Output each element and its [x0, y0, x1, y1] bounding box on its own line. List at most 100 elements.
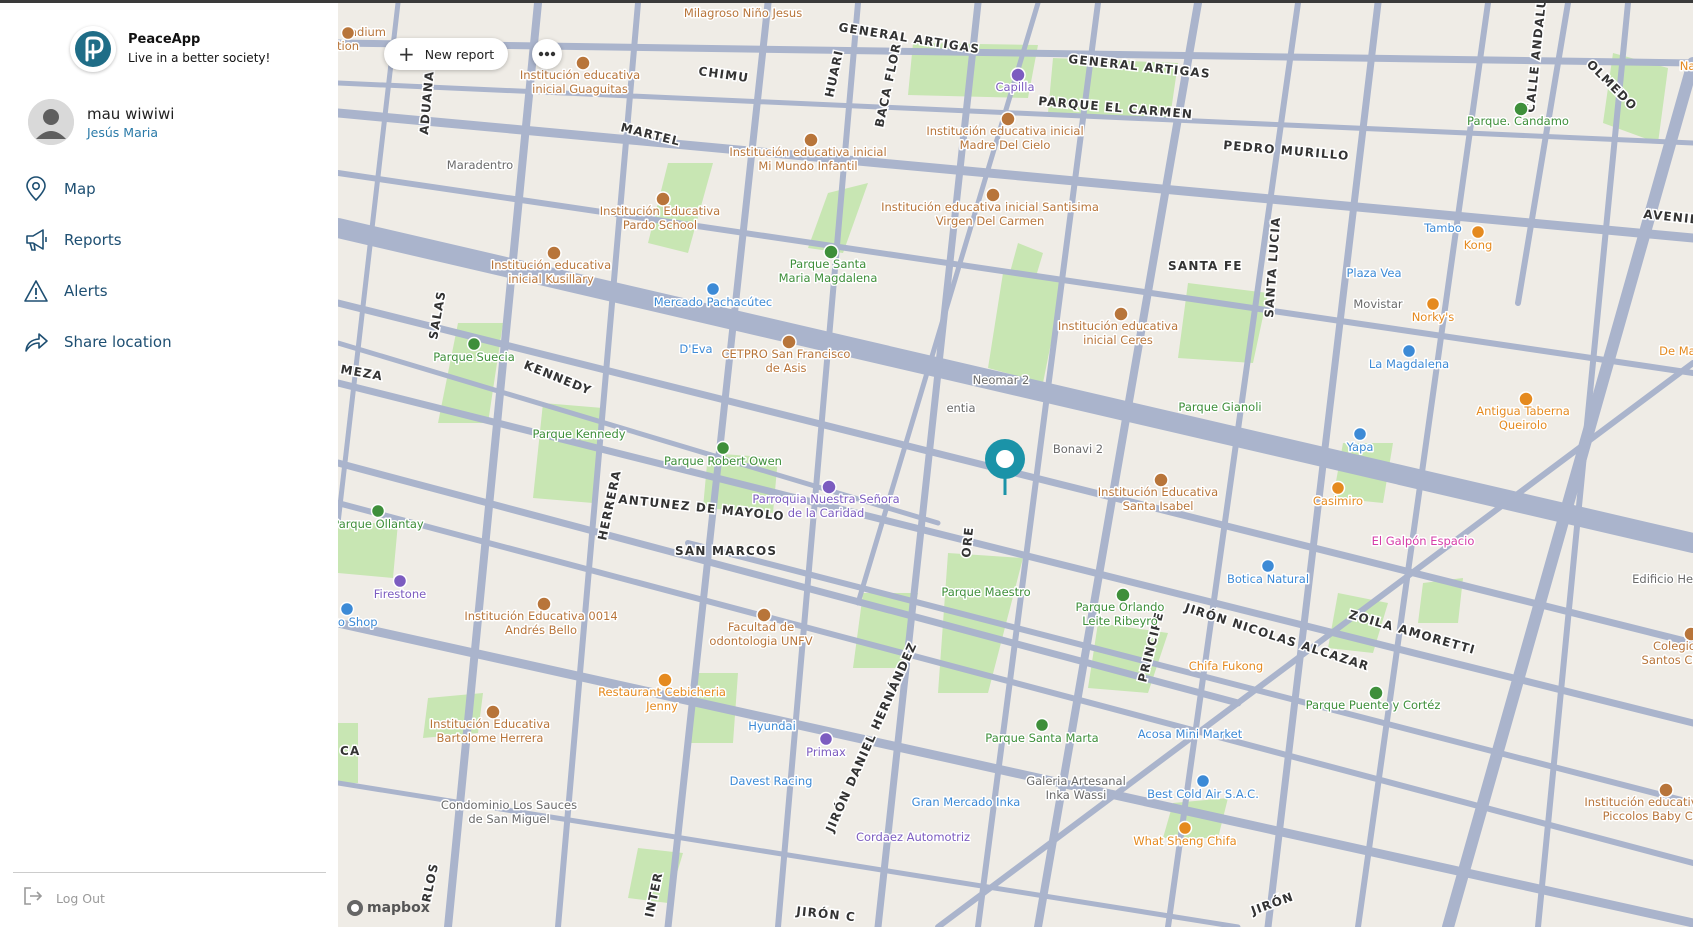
poi-service[interactable]: Cordaez Automotriz [854, 829, 971, 846]
poi-label: Bonavi 2 [1053, 442, 1103, 456]
poi-art[interactable]: El Galpón Espacio [1370, 533, 1476, 550]
poi-label: Nar [1680, 59, 1693, 73]
poi-food[interactable]: Chifa Fukong [1187, 658, 1264, 675]
poi-label: Neomar 2 [973, 373, 1030, 387]
logout-button[interactable]: Log Out [22, 885, 105, 911]
poi-label: Parque. Candamo [1467, 114, 1569, 128]
poi-label: Kong [1464, 238, 1493, 252]
poi-shop[interactable]: Davest Racing [728, 773, 814, 790]
poi-other[interactable]: Bonavi 2 [1051, 441, 1104, 458]
poi-other[interactable]: Movistar [1352, 296, 1405, 313]
poi-label: La Magdalena [1369, 357, 1449, 371]
poi-label: Gran Mercado Inka [912, 795, 1021, 809]
poi-label: El Galpón Espacio [1372, 534, 1475, 548]
app-tagline: Live in a better society! [128, 51, 271, 65]
megaphone-icon [22, 226, 50, 254]
poi-label: Best Cold Air S.A.C. [1147, 787, 1259, 801]
poi-food[interactable]: Nar [1678, 58, 1693, 75]
nav-item-map[interactable]: Map [22, 163, 322, 214]
shop-marker-icon [1195, 773, 1211, 789]
poi-label: Capilla [995, 80, 1034, 94]
shop-marker-icon [1352, 426, 1368, 442]
poi-label: Parque Orlando Leite Ribeyro [1076, 600, 1165, 628]
nav-item-label: Map [64, 179, 96, 198]
poi-label: adium [350, 25, 386, 39]
poi-other[interactable]: Maradentro [445, 157, 514, 174]
poi-label: tion [338, 39, 359, 53]
poi-label: Mercado Pachacútec [654, 295, 772, 309]
brand: PeaceApp Live in a better society! [70, 23, 270, 75]
shop-marker-icon [705, 281, 721, 297]
food-marker-icon [1330, 480, 1346, 496]
poi-label: Cordaez Automotriz [856, 830, 970, 844]
map-pin-icon [22, 175, 50, 203]
food-marker-icon [1177, 820, 1193, 836]
poi-other[interactable]: entia [945, 400, 977, 417]
shop-marker-icon [1260, 558, 1276, 574]
nav-item-alerts[interactable]: Alerts [22, 265, 322, 316]
poi-label: Acosa Mini Market [1138, 727, 1243, 741]
poi-shop[interactable]: Tambo [1422, 220, 1464, 237]
user-profile[interactable]: mau wiwiwi Jesús Maria [28, 99, 174, 145]
mapbox-logo-icon [347, 900, 363, 916]
divider [13, 872, 326, 873]
warning-icon [22, 277, 50, 305]
poi-label: Davest Racing [730, 774, 813, 788]
poi-label: Firestone [374, 587, 426, 601]
sidebar: PeaceApp Live in a better society! mau w… [0, 3, 338, 927]
logout-icon [22, 885, 44, 911]
poi-shop[interactable]: Acosa Mini Market [1136, 726, 1244, 743]
shop-marker-icon [1401, 343, 1417, 359]
mapbox-attribution[interactable]: mapbox [346, 899, 430, 917]
poi-label: Parque Ollantay [338, 517, 424, 531]
poi-label: Yapa [1346, 440, 1374, 454]
share-arrow-icon [22, 328, 50, 356]
nav-item-reports[interactable]: Reports [22, 214, 322, 265]
poi-school[interactable]: Milagroso Niño Jesus [682, 5, 803, 22]
poi-school[interactable]: adium [348, 24, 387, 41]
food-marker-icon [1470, 224, 1486, 240]
nav-menu: Map Reports Alerts Share location [22, 163, 322, 367]
window-top-border [0, 0, 1693, 3]
location-pin-icon[interactable] [983, 437, 1027, 501]
poi-label: Institución Educativa Bartolome Herrera [430, 717, 550, 745]
poi-label: Casimiro [1313, 494, 1363, 508]
poi-shop[interactable]: Plaza Vea [1345, 265, 1403, 282]
app-name: PeaceApp [128, 32, 201, 47]
poi-shop[interactable]: Gran Mercado Inka [910, 794, 1022, 811]
poi-label: Parque Suecia [433, 350, 515, 364]
poi-label: What Sheng Chifa [1133, 834, 1236, 848]
poi-label: Parque Puente y Cortéz [1306, 698, 1441, 712]
poi-other[interactable]: Neomar 2 [971, 372, 1031, 389]
poi-label: Botica Natural [1227, 572, 1309, 586]
poi-label: Parque Santa Maria Magdalena [779, 257, 878, 285]
poi-label: De Mam [1659, 344, 1693, 358]
poi-park[interactable]: Parque Gianoli [1177, 399, 1263, 416]
poi-shop[interactable]: D'Eva [678, 341, 714, 358]
nav-item-label: Alerts [64, 281, 108, 300]
app-logo-icon [70, 26, 116, 72]
poi-food[interactable]: De Mam [1658, 343, 1693, 360]
plus-icon: + [398, 42, 415, 66]
logout-label: Log Out [56, 890, 105, 906]
new-report-button[interactable]: + New report [384, 38, 509, 70]
poi-label: Parque Santa Marta [985, 731, 1098, 745]
park-marker-icon [1034, 717, 1050, 733]
park-marker-icon [715, 440, 731, 456]
poi-label: Institución educativa inicial Guaguitas [520, 68, 640, 96]
poi-label: Movistar [1353, 297, 1403, 311]
map-toolbar: + New report [384, 38, 563, 70]
poi-other[interactable]: Edificio Herc [1631, 571, 1693, 588]
school-marker-icon [340, 25, 356, 41]
shop-marker-icon [339, 601, 355, 617]
nav-item-share-location[interactable]: Share location [22, 316, 322, 367]
nav-item-label: Share location [64, 332, 172, 351]
poi-shop[interactable]: Hyundai [747, 718, 798, 735]
poi-park[interactable]: Parque Maestro [940, 584, 1032, 601]
ellipsis-icon [538, 51, 556, 57]
new-report-label: New report [424, 46, 495, 62]
poi-park[interactable]: Parque Kennedy [531, 426, 627, 443]
more-options-button[interactable] [532, 39, 563, 69]
street-label: CA [340, 744, 361, 758]
street-label: SANTA FE [1168, 259, 1243, 273]
